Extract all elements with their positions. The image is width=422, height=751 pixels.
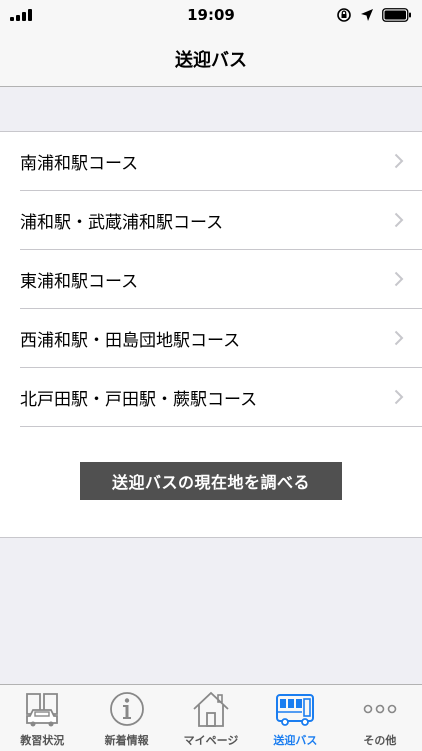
info-icon xyxy=(109,692,144,726)
course-list: 南浦和駅コース 浦和駅・武蔵浦和駅コース 東浦和駅コース 西浦和駅・田島団地駅コ… xyxy=(0,132,422,427)
course-label: 東浦和駅コース xyxy=(20,272,139,292)
more-icon xyxy=(363,704,397,714)
tab-bar: 教習状況 新着情報 マイページ 送迎バス その他 xyxy=(0,684,422,751)
course-row-kita-toda-warabi[interactable]: 北戸田駅・戸田駅・蕨駅コース xyxy=(20,368,422,427)
course-label: 南浦和駅コース xyxy=(20,154,139,174)
course-label: 浦和駅・武蔵浦和駅コース xyxy=(20,213,224,233)
tab-label: 送迎バス xyxy=(273,734,318,747)
course-panel: 南浦和駅コース 浦和駅・武蔵浦和駅コース 東浦和駅コース 西浦和駅・田島団地駅コ… xyxy=(0,131,422,538)
house-icon xyxy=(193,691,229,727)
chevron-right-icon xyxy=(394,389,404,405)
orientation-lock-icon xyxy=(337,8,351,22)
course-label: 西浦和駅・田島団地駅コース xyxy=(20,331,241,351)
tab-other[interactable]: その他 xyxy=(338,685,422,751)
tab-label: マイページ xyxy=(183,734,239,747)
course-row-urawa-musashi-urawa[interactable]: 浦和駅・武蔵浦和駅コース xyxy=(20,191,422,250)
chevron-right-icon xyxy=(394,330,404,346)
battery-icon xyxy=(382,8,411,22)
bus-icon xyxy=(276,694,315,726)
navigation-bar: 送迎バス xyxy=(0,30,422,87)
tab-label: 教習状況 xyxy=(20,734,65,747)
course-label: 北戸田駅・戸田駅・蕨駅コース xyxy=(20,390,258,410)
page-title: 送迎バス xyxy=(175,50,247,71)
tab-label: その他 xyxy=(363,734,397,747)
chevron-right-icon xyxy=(394,212,404,228)
tab-news[interactable]: 新着情報 xyxy=(84,685,168,751)
tab-lesson-status[interactable]: 教習状況 xyxy=(0,685,84,751)
tab-label: 新着情報 xyxy=(104,734,149,747)
locate-bus-button[interactable]: 送迎バスの現在地を調べる xyxy=(80,462,342,500)
course-row-nishi-urawa-tajima[interactable]: 西浦和駅・田島団地駅コース xyxy=(20,309,422,368)
chevron-right-icon xyxy=(394,271,404,287)
tab-shuttle-bus[interactable]: 送迎バス xyxy=(253,685,337,751)
location-arrow-icon xyxy=(361,9,373,21)
course-row-higashi-urawa[interactable]: 東浦和駅コース xyxy=(20,250,422,309)
status-bar: 19:09 xyxy=(0,0,422,30)
tab-my-page[interactable]: マイページ xyxy=(169,685,253,751)
course-row-minami-urawa[interactable]: 南浦和駅コース xyxy=(20,132,422,191)
chevron-right-icon xyxy=(394,153,404,169)
book-car-icon xyxy=(26,693,59,727)
